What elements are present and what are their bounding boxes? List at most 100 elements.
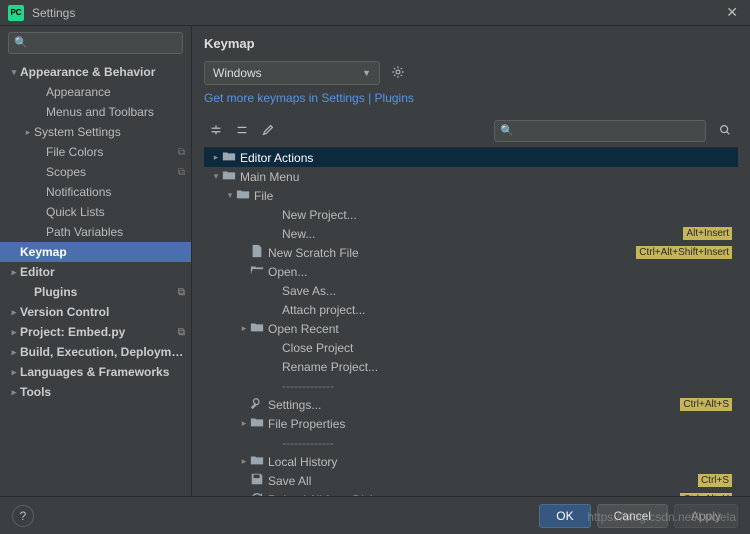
close-icon[interactable]: ✕ bbox=[722, 4, 742, 21]
action-close-project[interactable]: Close Project bbox=[204, 338, 738, 357]
sidebar-search[interactable]: 🔍 bbox=[8, 32, 183, 54]
chevron-right-icon: ▸ bbox=[8, 367, 20, 378]
folder-icon bbox=[236, 187, 250, 204]
chevron-right-icon: ▸ bbox=[238, 323, 250, 334]
project-badge-icon: ⧉ bbox=[178, 287, 185, 298]
action-editor-actions[interactable]: ▸Editor Actions bbox=[204, 148, 738, 167]
sidebar-item-editor[interactable]: ▸Editor bbox=[0, 262, 191, 282]
action-file[interactable]: ▾File bbox=[204, 186, 738, 205]
sidebar-item-notifications[interactable]: Notifications bbox=[0, 182, 191, 202]
action-save-as[interactable]: Save As... bbox=[204, 281, 738, 300]
action-open-recent[interactable]: ▸ Open Recent bbox=[204, 319, 738, 338]
action-open[interactable]: Open... bbox=[204, 262, 738, 281]
action-label: ------------- bbox=[282, 379, 732, 393]
window-title: Settings bbox=[32, 6, 75, 20]
action-label: Main Menu bbox=[240, 170, 732, 184]
action-local-history[interactable]: ▸ Local History bbox=[204, 452, 738, 471]
page-title: Keymap bbox=[204, 36, 738, 51]
sidebar-item-label: Appearance & Behavior bbox=[20, 65, 185, 79]
sidebar-item-tools[interactable]: ▸Tools bbox=[0, 382, 191, 402]
action-label: ------------- bbox=[282, 436, 732, 450]
action-label: Open Recent bbox=[268, 322, 732, 336]
shortcut-badge: Ctrl+Alt+S bbox=[680, 398, 732, 411]
action-label: Save As... bbox=[282, 284, 732, 298]
action-label: Local History bbox=[268, 455, 732, 469]
pencil-icon bbox=[261, 123, 275, 140]
chevron-right-icon: ▸ bbox=[8, 307, 20, 318]
shortcut-badge: Ctrl+S bbox=[698, 474, 732, 487]
action-save-all[interactable]: Save AllCtrl+S bbox=[204, 471, 738, 490]
action-label: Open... bbox=[268, 265, 732, 279]
sidebar-item-menus-and-toolbars[interactable]: Menus and Toolbars bbox=[0, 102, 191, 122]
action-[interactable]: ------------- bbox=[204, 433, 738, 452]
action-search-input[interactable] bbox=[494, 120, 706, 142]
keymap-scheme-combo[interactable]: Windows ▼ bbox=[204, 61, 380, 85]
scheme-actions-button[interactable] bbox=[386, 61, 410, 85]
action-new[interactable]: New...Alt+Insert bbox=[204, 224, 738, 243]
chevron-right-icon: ▸ bbox=[210, 152, 222, 163]
gear-icon bbox=[391, 65, 405, 82]
action-label: Settings... bbox=[268, 398, 676, 412]
action-search[interactable]: 🔍 bbox=[494, 120, 706, 142]
sidebar-search-input[interactable] bbox=[8, 32, 183, 54]
action-tree[interactable]: ▸Editor Actions▾Main Menu▾FileNew Projec… bbox=[204, 147, 738, 496]
sidebar-item-label: Languages & Frameworks bbox=[20, 365, 185, 379]
chevron-right-icon: ▸ bbox=[8, 387, 20, 398]
sidebar-item-label: Keymap bbox=[20, 245, 185, 259]
sidebar-item-scopes[interactable]: Scopes⧉ bbox=[0, 162, 191, 182]
action-settings[interactable]: Settings... Ctrl+Alt+S bbox=[204, 395, 738, 414]
expand-all-icon bbox=[209, 123, 223, 140]
chevron-down-icon: ▾ bbox=[224, 190, 236, 201]
find-by-shortcut-button[interactable] bbox=[712, 120, 738, 142]
sidebar-item-quick-lists[interactable]: Quick Lists bbox=[0, 202, 191, 222]
sidebar-item-label: Plugins bbox=[34, 285, 174, 299]
action-label: New Scratch File bbox=[268, 246, 632, 260]
collapse-all-icon bbox=[235, 123, 249, 140]
get-more-keymaps-link[interactable]: Get more keymaps in Settings | Plugins bbox=[204, 91, 738, 105]
sidebar-item-plugins[interactable]: Plugins ⧉ bbox=[0, 282, 191, 302]
action-[interactable]: ------------- bbox=[204, 376, 738, 395]
apply-button[interactable]: Apply bbox=[674, 504, 738, 528]
sidebar-item-project-embed-py[interactable]: ▸Project: Embed.py⧉ bbox=[0, 322, 191, 342]
sidebar-item-appearance-behavior[interactable]: ▾Appearance & Behavior bbox=[0, 62, 191, 82]
action-new-scratch-file[interactable]: New Scratch FileCtrl+Alt+Shift+Insert bbox=[204, 243, 738, 262]
sidebar-item-label: Appearance bbox=[46, 85, 185, 99]
chevron-right-icon: ▸ bbox=[8, 267, 20, 278]
file-icon bbox=[250, 244, 264, 261]
cancel-button[interactable]: Cancel bbox=[597, 504, 668, 528]
ok-button[interactable]: OK bbox=[539, 504, 590, 528]
sidebar-item-appearance[interactable]: Appearance bbox=[0, 82, 191, 102]
main-panel: Keymap Windows ▼ Get more keymaps in Set… bbox=[192, 26, 750, 496]
sidebar-item-keymap[interactable]: Keymap bbox=[0, 242, 191, 262]
expand-all-button[interactable] bbox=[204, 120, 228, 142]
collapse-all-button[interactable] bbox=[230, 120, 254, 142]
keymap-scheme-value: Windows bbox=[213, 66, 262, 80]
action-attach-project[interactable]: Attach project... bbox=[204, 300, 738, 319]
action-file-properties[interactable]: ▸File Properties bbox=[204, 414, 738, 433]
sidebar-item-version-control[interactable]: ▸Version Control bbox=[0, 302, 191, 322]
sidebar-item-label: Build, Execution, Deployment bbox=[20, 345, 185, 359]
folder-icon bbox=[222, 149, 236, 166]
sidebar-item-languages-frameworks[interactable]: ▸Languages & Frameworks bbox=[0, 362, 191, 382]
action-label: New Project... bbox=[282, 208, 732, 222]
sidebar-item-label: Version Control bbox=[20, 305, 185, 319]
sidebar-item-label: Project: Embed.py bbox=[20, 325, 174, 339]
keymap-toolbar: 🔍 bbox=[204, 117, 738, 145]
help-button[interactable]: ? bbox=[12, 505, 34, 527]
action-main-menu[interactable]: ▾Main Menu bbox=[204, 167, 738, 186]
chevron-right-icon: ▸ bbox=[238, 418, 250, 429]
sidebar-item-system-settings[interactable]: ▸System Settings bbox=[0, 122, 191, 142]
sidebar-item-label: Tools bbox=[20, 385, 185, 399]
settings-tree[interactable]: ▾Appearance & Behavior Appearance Menus an… bbox=[0, 60, 191, 496]
sidebar-item-label: Editor bbox=[20, 265, 185, 279]
action-new-project[interactable]: New Project... bbox=[204, 205, 738, 224]
sidebar-item-build-execution-deployment[interactable]: ▸Build, Execution, Deployment bbox=[0, 342, 191, 362]
wrench-icon bbox=[250, 396, 264, 413]
sidebar-item-path-variables[interactable]: Path Variables bbox=[0, 222, 191, 242]
action-rename-project[interactable]: Rename Project... bbox=[204, 357, 738, 376]
folder-icon bbox=[250, 415, 264, 432]
project-badge-icon: ⧉ bbox=[178, 327, 185, 338]
sidebar-item-file-colors[interactable]: File Colors⧉ bbox=[0, 142, 191, 162]
edit-shortcut-button[interactable] bbox=[256, 120, 280, 142]
chevron-right-icon: ▸ bbox=[238, 456, 250, 467]
